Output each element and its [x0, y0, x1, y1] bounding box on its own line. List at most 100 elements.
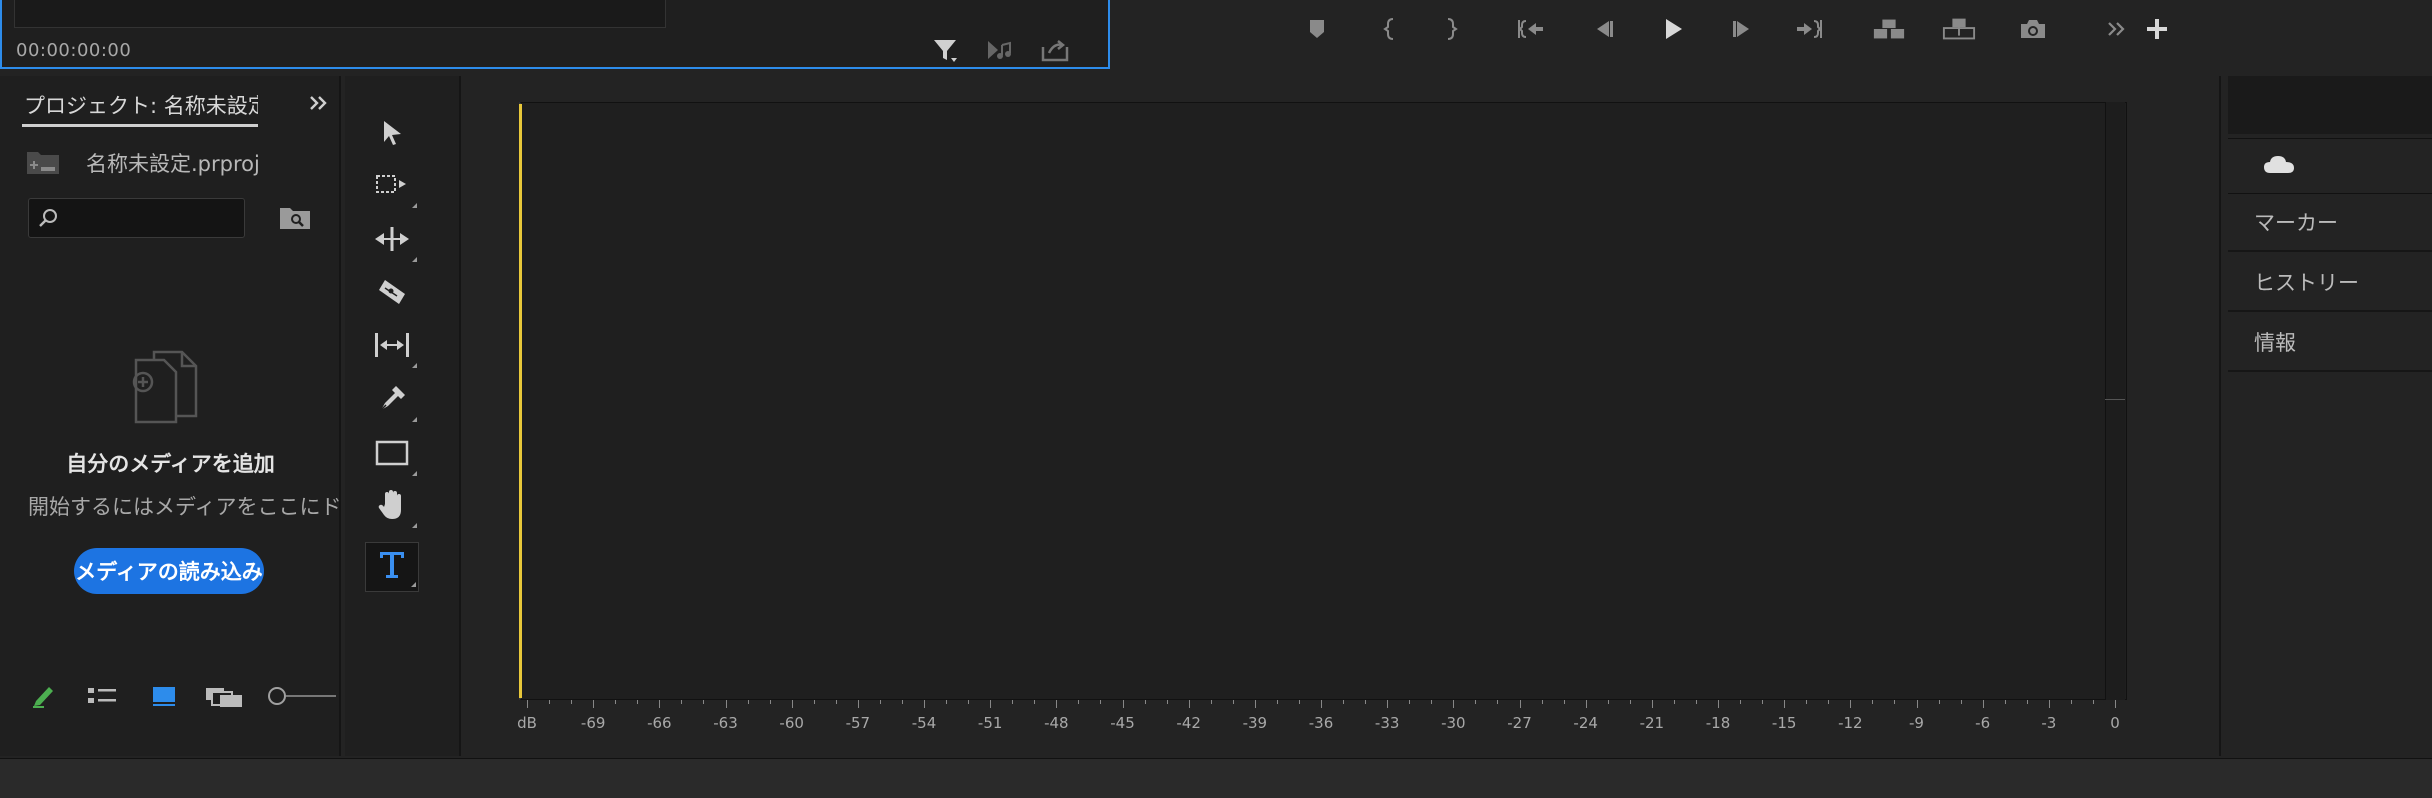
freeform-view-icon[interactable] [204, 676, 244, 716]
search-input[interactable] [67, 203, 237, 233]
db-scale-minor-tick [1607, 700, 1609, 704]
db-scale-major-tick [857, 700, 859, 708]
db-scale-label: -45 [1110, 714, 1135, 732]
db-scale-minor-tick [2070, 700, 2072, 704]
button-editor-plus-icon[interactable] [2140, 14, 2174, 44]
db-scale-minor-tick [637, 700, 639, 704]
db-scale-major-tick [1453, 700, 1455, 708]
arrow-pointer-icon [379, 118, 405, 152]
db-scale-minor-tick [681, 700, 683, 704]
list-view-icon[interactable] [82, 676, 122, 716]
db-scale-label: -30 [1441, 714, 1466, 732]
db-scale-label: -63 [713, 714, 738, 732]
find-folder-icon[interactable] [276, 200, 314, 234]
db-scale-minor-tick [1012, 700, 1014, 704]
db-scale-minor-tick [1563, 700, 1565, 704]
db-scale-minor-tick [813, 700, 815, 704]
type-tool[interactable] [365, 542, 419, 592]
db-scale-minor-tick [1166, 700, 1168, 704]
panel-overflow-chevron-icon[interactable] [302, 88, 336, 118]
creative-cloud-row[interactable] [2228, 138, 2432, 194]
source-monitor-panel[interactable]: 00:00:00:00 [0, 0, 1110, 69]
db-scale-minor-tick [901, 700, 903, 704]
history-panel-tab[interactable]: ヒストリー [2228, 254, 2432, 312]
db-scale-minor-tick [1365, 700, 1367, 704]
export-frame-icon[interactable] [1038, 36, 1072, 64]
db-scale-major-tick [2115, 700, 2116, 708]
db-scale-minor-tick [1828, 700, 1830, 704]
play-icon[interactable] [1656, 14, 1690, 44]
db-scale-major-tick [1056, 700, 1058, 708]
db-scale-label: -9 [1909, 714, 1924, 732]
db-scale-minor-tick [769, 700, 771, 704]
pen-tool[interactable] [365, 376, 419, 426]
add-media-title: 自分のメディアを追加 [66, 452, 275, 476]
razor-tool[interactable] [365, 270, 419, 320]
writable-pencil-icon[interactable] [24, 676, 64, 716]
db-scale-label: -51 [977, 714, 1003, 732]
db-scale-major-tick [1982, 700, 1984, 708]
ripple-edit-tool[interactable] [365, 216, 419, 266]
db-scale-label: -12 [1838, 714, 1863, 732]
db-scale-minor-tick [1541, 700, 1543, 704]
slip-icon [372, 330, 412, 364]
db-scale-minor-tick [2092, 700, 2094, 704]
mark-in-icon[interactable] [1373, 14, 1407, 44]
db-scale-minor-tick [1695, 700, 1697, 704]
import-media-button[interactable]: メディアの読み込み [74, 548, 264, 594]
project-bin-icon [26, 147, 60, 179]
db-scale-major-tick [791, 700, 793, 708]
project-panel-footer [0, 676, 341, 726]
project-search-box[interactable] [28, 198, 245, 238]
project-tab[interactable]: プロジェクト: 名称未設定 [24, 90, 258, 116]
add-marker-icon[interactable] [1300, 14, 1334, 44]
db-scale-minor-tick [879, 700, 881, 704]
db-scale-major-tick [1784, 700, 1786, 708]
export-frame-camera-icon[interactable] [2016, 14, 2050, 44]
info-panel-tab[interactable]: 情報 [2228, 314, 2432, 372]
mark-out-icon[interactable] [1434, 14, 1468, 44]
insert-icon[interactable] [1872, 14, 1906, 44]
rectangle-tool[interactable] [365, 430, 419, 480]
markers-panel-tab[interactable]: マーカー [2228, 194, 2432, 252]
hand-tool[interactable] [365, 482, 419, 532]
add-media-files-icon [124, 346, 214, 426]
cloud-icon[interactable] [2262, 153, 2296, 179]
more-controls-icon[interactable] [2100, 14, 2134, 44]
db-scale-major-tick [990, 700, 992, 708]
source-monitor-viewport [14, 0, 666, 28]
db-scale-minor-tick [1078, 700, 1080, 704]
track-select-tool[interactable] [365, 162, 419, 212]
db-scale-major-tick [593, 700, 595, 708]
db-scale-minor-tick [1673, 700, 1675, 704]
zoom-slider-track[interactable] [286, 695, 336, 697]
right-panel-group: マーカー ヒストリー 情報 [2228, 76, 2432, 756]
db-scale-minor-tick [1232, 700, 1234, 704]
zoom-slider-handle[interactable] [268, 687, 286, 705]
db-scale-minor-tick [1960, 700, 1962, 704]
insert-audio-icon[interactable] [984, 36, 1018, 64]
db-scale-label: -57 [845, 714, 871, 732]
db-scale-minor-tick [1034, 700, 1036, 704]
add-media-description: 開始するにはメディアをここにドラッグ [28, 495, 341, 519]
db-scale-minor-tick [615, 700, 617, 704]
db-scale-label: -66 [647, 714, 672, 732]
filter-icon[interactable] [928, 36, 962, 64]
db-scale-major-tick [2048, 700, 2050, 708]
db-scale-label: dB [517, 714, 537, 732]
go-to-out-icon[interactable] [1792, 14, 1826, 44]
go-to-in-icon[interactable] [1514, 14, 1548, 44]
hand-icon [376, 488, 408, 526]
selection-tool[interactable] [365, 110, 419, 160]
db-scale-label: -39 [1242, 714, 1268, 732]
db-scale-major-tick [1188, 700, 1190, 708]
icon-view-icon[interactable] [144, 676, 184, 716]
db-scale-minor-tick [571, 700, 573, 704]
db-scale-minor-tick [968, 700, 970, 704]
step-back-icon[interactable] [1586, 14, 1620, 44]
step-forward-icon[interactable] [1726, 14, 1760, 44]
slip-tool[interactable] [365, 322, 419, 372]
source-timecode[interactable]: 00:00:00:00 [16, 40, 131, 61]
overwrite-icon[interactable] [1942, 14, 1976, 44]
rectangle-icon [375, 439, 409, 471]
